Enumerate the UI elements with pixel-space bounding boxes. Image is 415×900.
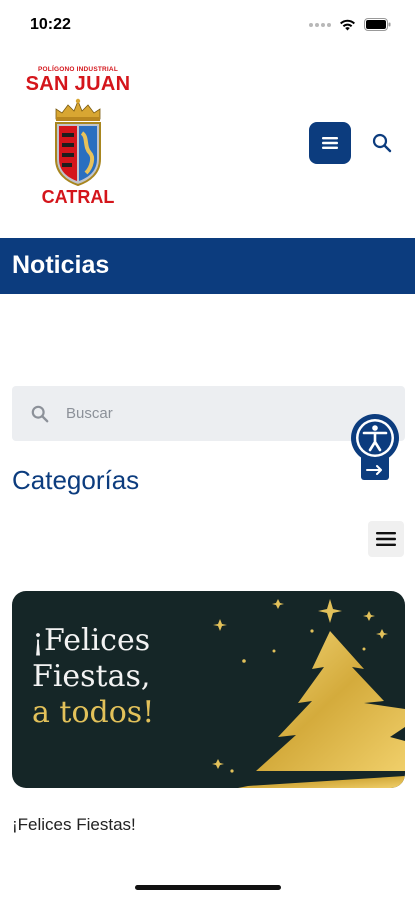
header-search-button[interactable] [369, 130, 395, 156]
news-card-greeting: ¡Felices Fiestas, a todos! [32, 623, 154, 731]
news-item-title[interactable]: ¡Felices Fiestas! [12, 815, 136, 835]
coat-of-arms-icon [55, 98, 101, 187]
search-input[interactable] [66, 405, 326, 422]
header: POLÍGONO INDUSTRIAL SAN JUAN CATRAL [0, 58, 415, 233]
menu-button[interactable] [309, 122, 351, 164]
status-icons [309, 18, 391, 31]
accessibility-icon [351, 414, 399, 480]
home-indicator[interactable] [135, 885, 281, 890]
logo-bottom-text: CATRAL [41, 187, 115, 207]
battery-icon [364, 18, 391, 31]
logo-top-text: POLÍGONO INDUSTRIAL [38, 66, 118, 73]
greeting-line-1: ¡Felices [32, 623, 151, 658]
news-card-image[interactable]: ¡Felices Fiestas, a todos! [12, 591, 405, 788]
search-icon [372, 133, 392, 153]
search-field-icon [30, 404, 50, 424]
signal-icon [309, 22, 331, 27]
categories-menu-button[interactable] [368, 521, 404, 557]
hamburger-icon [376, 532, 396, 546]
wifi-icon [340, 19, 355, 30]
accessibility-button[interactable] [349, 414, 401, 482]
status-bar: 10:22 [0, 0, 415, 52]
logo-name: SAN JUAN [25, 73, 131, 95]
page-title: Noticias [12, 251, 110, 279]
greeting-line-3: a todos! [32, 695, 155, 730]
page-title-band: Noticias [0, 238, 415, 294]
hamburger-icon [322, 137, 338, 149]
greeting-line-2: Fiestas, [32, 659, 151, 694]
search-box[interactable] [12, 386, 405, 441]
categories-title: Categorías [12, 465, 140, 495]
site-logo[interactable]: POLÍGONO INDUSTRIAL SAN JUAN CATRAL [22, 66, 134, 226]
status-time: 10:22 [30, 16, 71, 33]
